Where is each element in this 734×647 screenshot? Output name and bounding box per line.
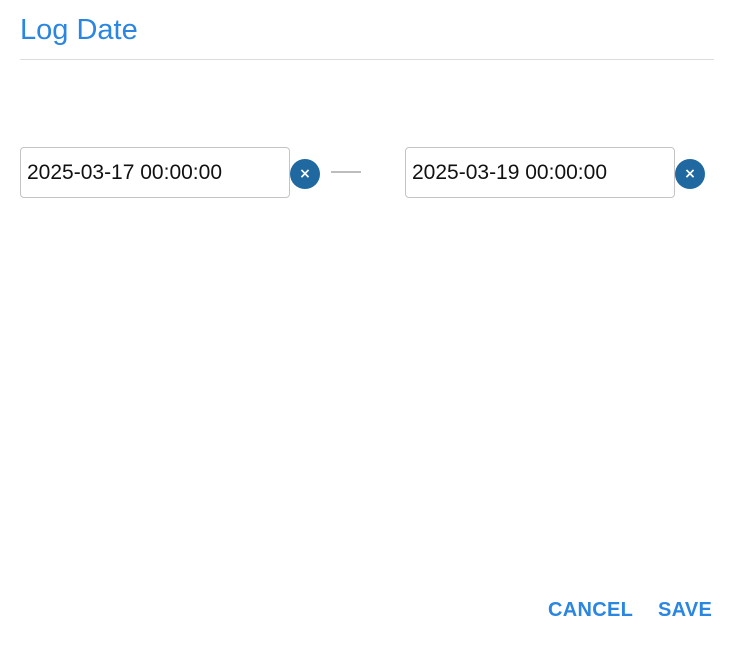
title-divider <box>20 59 714 60</box>
log-date-dialog: Log Date 2025-03-17 00:00:00 × 2025-03-1… <box>0 0 734 647</box>
dialog-title: Log Date <box>20 14 138 46</box>
start-date-input[interactable]: 2025-03-17 00:00:00 <box>20 147 290 198</box>
end-date-value: 2025-03-19 00:00:00 <box>412 160 607 184</box>
clear-end-date-button[interactable]: × <box>675 159 705 189</box>
range-separator <box>331 171 361 173</box>
end-date-input[interactable]: 2025-03-19 00:00:00 <box>405 147 675 198</box>
cancel-button[interactable]: CANCEL <box>548 596 633 624</box>
close-icon: × <box>299 166 311 182</box>
save-button[interactable]: SAVE <box>658 596 712 624</box>
close-icon: × <box>684 166 696 182</box>
start-date-value: 2025-03-17 00:00:00 <box>27 160 222 184</box>
clear-start-date-button[interactable]: × <box>290 159 320 189</box>
